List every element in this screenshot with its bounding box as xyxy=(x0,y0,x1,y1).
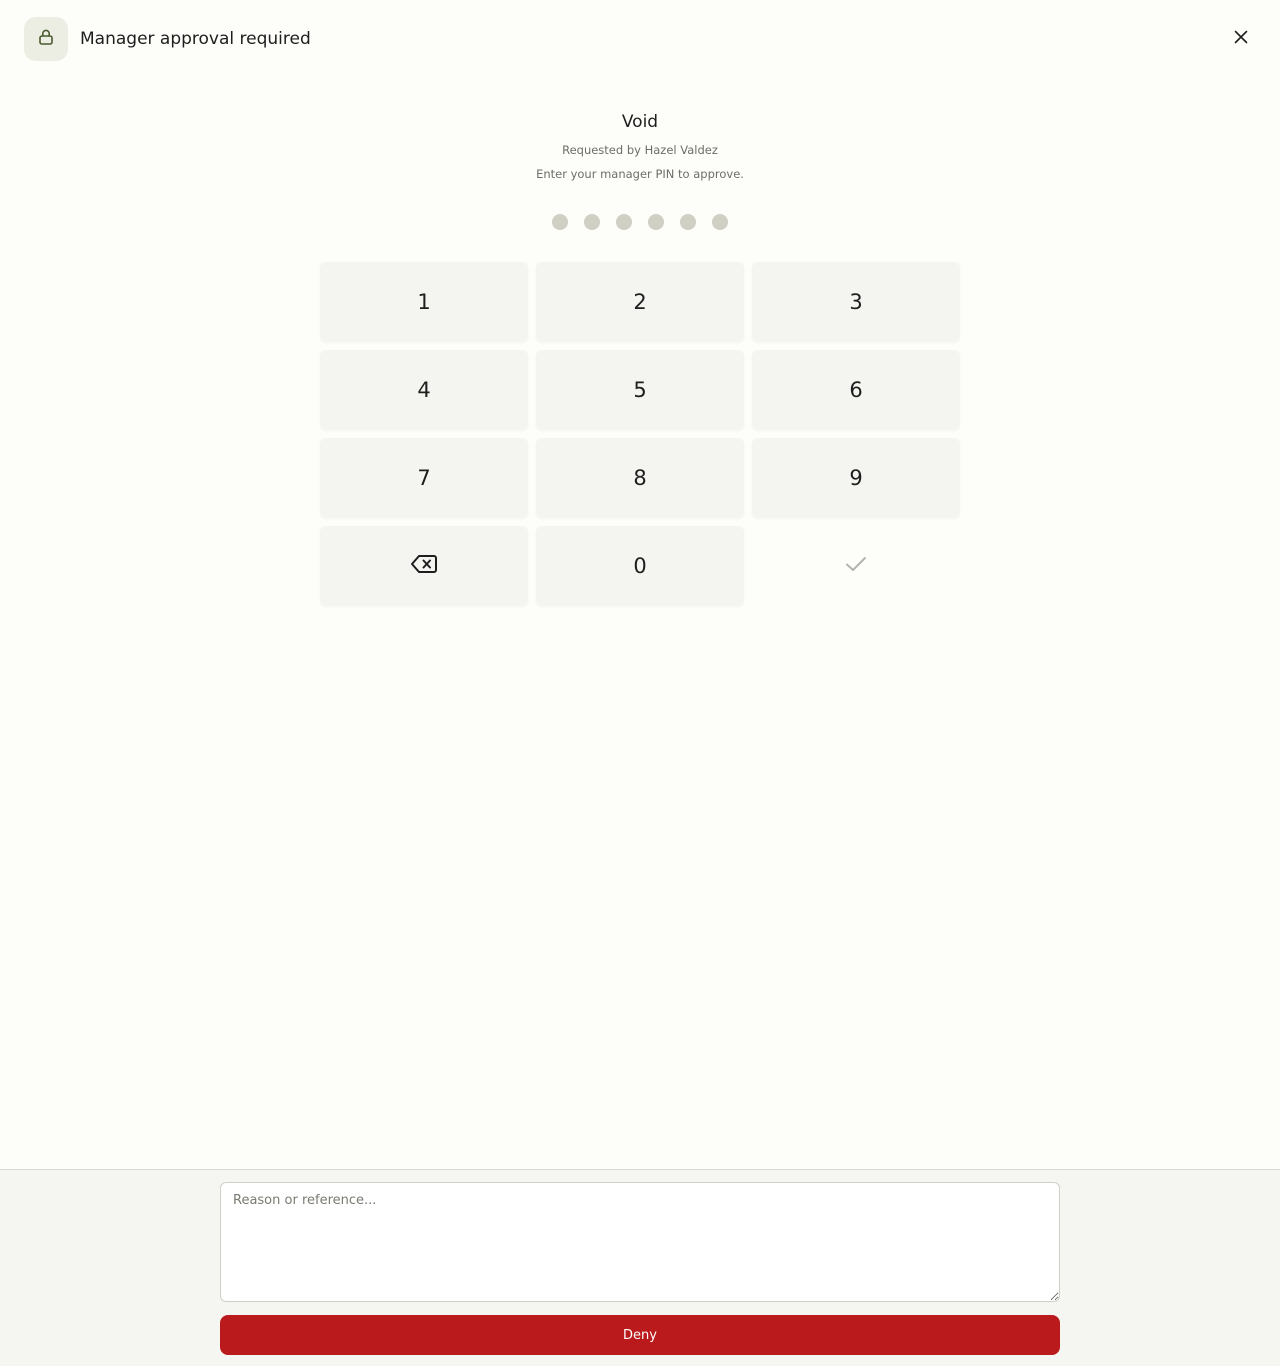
deny-button[interactable]: Deny xyxy=(220,1315,1060,1355)
footer: Deny xyxy=(0,1169,1280,1366)
requested-by-text: Requested by Hazel Valdez xyxy=(562,143,718,157)
pin-dot xyxy=(680,214,696,230)
approval-page: Manager approval required Void Requested… xyxy=(0,0,1280,1366)
backspace-button[interactable] xyxy=(320,526,528,606)
pin-dot xyxy=(648,214,664,230)
lock-icon xyxy=(36,27,56,51)
backspace-icon[interactable] xyxy=(410,554,438,579)
reason-input[interactable] xyxy=(220,1182,1060,1302)
pin-dot xyxy=(712,214,728,230)
key-9[interactable]: 9 xyxy=(752,438,960,518)
pin-indicator xyxy=(544,206,736,238)
confirm-button[interactable] xyxy=(752,526,960,606)
pin-dot xyxy=(584,214,600,230)
close-icon[interactable] xyxy=(1233,29,1249,49)
pin-dot xyxy=(616,214,632,230)
key-3[interactable]: 3 xyxy=(752,262,960,342)
header-title: Manager approval required xyxy=(80,29,311,49)
key-2[interactable]: 2 xyxy=(536,262,744,342)
key-8[interactable]: 8 xyxy=(536,438,744,518)
key-6[interactable]: 6 xyxy=(752,350,960,430)
key-1[interactable]: 1 xyxy=(320,262,528,342)
key-7[interactable]: 7 xyxy=(320,438,528,518)
close-button[interactable] xyxy=(1225,23,1257,55)
lock-badge xyxy=(24,17,68,61)
action-title: Void xyxy=(621,112,659,132)
check-icon[interactable] xyxy=(844,554,868,579)
key-0[interactable]: 0 xyxy=(536,526,744,606)
key-5[interactable]: 5 xyxy=(536,350,744,430)
instruction-text: Enter your manager PIN to approve. xyxy=(536,167,744,181)
pin-dot xyxy=(552,214,568,230)
pin-keypad: 1 2 3 4 5 6 7 8 9 0 xyxy=(320,262,960,606)
key-4[interactable]: 4 xyxy=(320,350,528,430)
header: Manager approval required xyxy=(0,0,1280,78)
